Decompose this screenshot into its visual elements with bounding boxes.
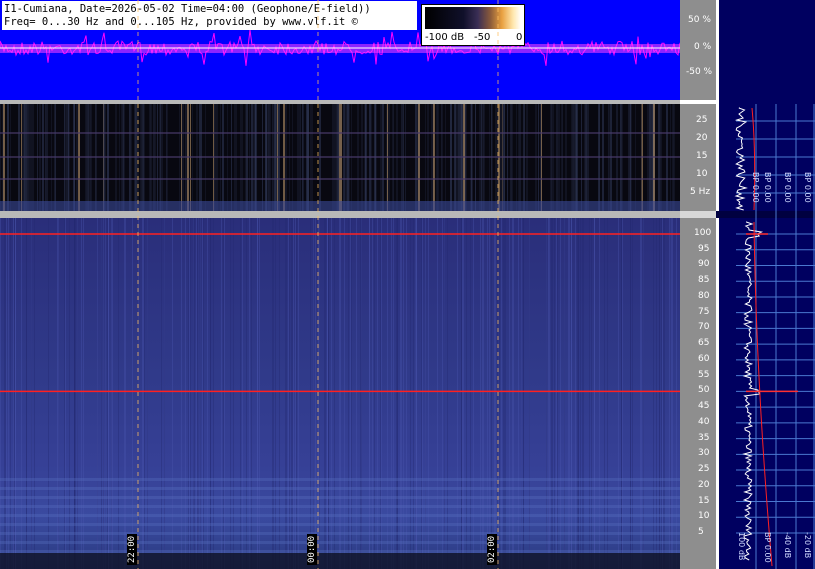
low-freq-tick: 5 Hz bbox=[690, 187, 711, 197]
low-freq-tick: 20 bbox=[696, 133, 708, 143]
side-separator bbox=[716, 211, 815, 218]
spectrogram-low bbox=[0, 104, 680, 211]
spectro-high-band bbox=[0, 550, 680, 553]
side-label-top-4: BP 0.00 bbox=[803, 172, 812, 203]
side-label-top-2: BP 0.00 bbox=[763, 172, 772, 203]
scope-tick-50: 50 % bbox=[688, 15, 711, 25]
spectro-high-band bbox=[0, 487, 680, 490]
high-freq-tick: 35 bbox=[698, 432, 710, 443]
spectro-high-band bbox=[0, 478, 680, 481]
spectro-low-band bbox=[0, 132, 680, 134]
spectro-high-bottom bbox=[0, 553, 680, 569]
side-label-bottom-4: -20 dB bbox=[803, 532, 812, 559]
header-line-2: Freq= 0...30 Hz and 0...105 Hz, provided… bbox=[4, 16, 359, 28]
legend-label-mid: -50 bbox=[474, 32, 491, 43]
time-label-3: 02:00 bbox=[487, 533, 497, 565]
spectro-high-band bbox=[0, 523, 680, 526]
header-line-1: I1-Cumiana, Date=2026-05-02 Time=04:00 (… bbox=[4, 3, 371, 15]
time-label-2: 00:00 bbox=[307, 533, 317, 565]
side-label-top-3: BP 0.00 bbox=[783, 172, 792, 203]
spectro-high-band bbox=[0, 514, 680, 517]
high-freq-tick: 80 bbox=[698, 290, 710, 301]
side-edge bbox=[716, 0, 719, 569]
low-freq-tick: 15 bbox=[696, 151, 708, 161]
scope-tick-minus50: -50 % bbox=[686, 67, 713, 77]
side-label-bottom-2: BP 0.00 bbox=[763, 532, 772, 563]
frequency-axis: 50 % 0 % -50 % 25 20 15 10 5 Hz 100 95 90 85 80 7… bbox=[680, 0, 716, 569]
spectro-high-band bbox=[0, 505, 680, 508]
side-label-bottom-3: -40 dB bbox=[783, 532, 792, 559]
legend-label-max: 0 bbox=[516, 32, 523, 43]
side-label-top-1: BP 0.00 bbox=[751, 172, 760, 203]
spectro-low-band bbox=[0, 156, 680, 158]
high-freq-tick: 90 bbox=[698, 259, 710, 270]
high-freq-tick: 25 bbox=[698, 464, 710, 475]
high-freq-tick: 100 bbox=[694, 228, 712, 238]
high-freq-tick: 45 bbox=[698, 401, 710, 412]
high-freq-tick: 85 bbox=[698, 275, 710, 286]
high-freq-tick: 95 bbox=[698, 243, 710, 254]
axis-separator-2 bbox=[680, 211, 716, 218]
spectro-low-base bbox=[0, 201, 680, 211]
high-freq-tick: 5 bbox=[698, 527, 704, 537]
spectrogram-low-svg bbox=[0, 104, 680, 211]
color-legend-bar bbox=[425, 7, 521, 29]
high-freq-tick: 70 bbox=[698, 322, 710, 333]
scope-tick-0: 0 % bbox=[694, 42, 712, 52]
side-label-bottom-1: 100 dB bbox=[737, 532, 746, 561]
low-freq-tick: 10 bbox=[696, 169, 708, 179]
legend-label-min: -100 dB bbox=[425, 32, 465, 43]
high-freq-tick: 65 bbox=[698, 338, 710, 349]
spectro-high-band bbox=[0, 532, 680, 535]
high-freq-tick: 10 bbox=[698, 511, 710, 522]
spectro-high-band bbox=[0, 496, 680, 499]
spectrogram-high-svg bbox=[0, 218, 680, 569]
spectro-high-band bbox=[0, 541, 680, 544]
high-freq-tick: 55 bbox=[698, 369, 710, 380]
side-panel-svg bbox=[716, 0, 815, 569]
profile-low bbox=[734, 107, 748, 211]
time-label-1: 22:00 bbox=[127, 533, 137, 565]
color-legend: -100 dB -50 0 bbox=[421, 4, 525, 46]
high-freq-tick: 75 bbox=[698, 306, 710, 317]
high-freq-tick: 40 bbox=[698, 416, 710, 427]
high-freq-tick: 60 bbox=[698, 353, 710, 364]
low-freq-tick: 25 bbox=[696, 115, 708, 125]
spectro-low-band bbox=[0, 178, 680, 180]
high-freq-tick: 50 bbox=[698, 385, 710, 396]
high-freq-tick: 15 bbox=[698, 495, 710, 506]
side-panel: BP 0.00 BP 0.00 BP 0.00 BP 0.00 100 dB B… bbox=[716, 0, 815, 569]
panel-separator-2 bbox=[0, 211, 680, 218]
high-freq-tick: 20 bbox=[698, 479, 710, 490]
header-box: I1-Cumiana, Date=2026-05-02 Time=04:00 (… bbox=[2, 1, 417, 30]
high-freq-tick: 30 bbox=[698, 448, 710, 459]
spectrogram-high bbox=[0, 218, 680, 569]
axis-separator bbox=[680, 100, 716, 104]
